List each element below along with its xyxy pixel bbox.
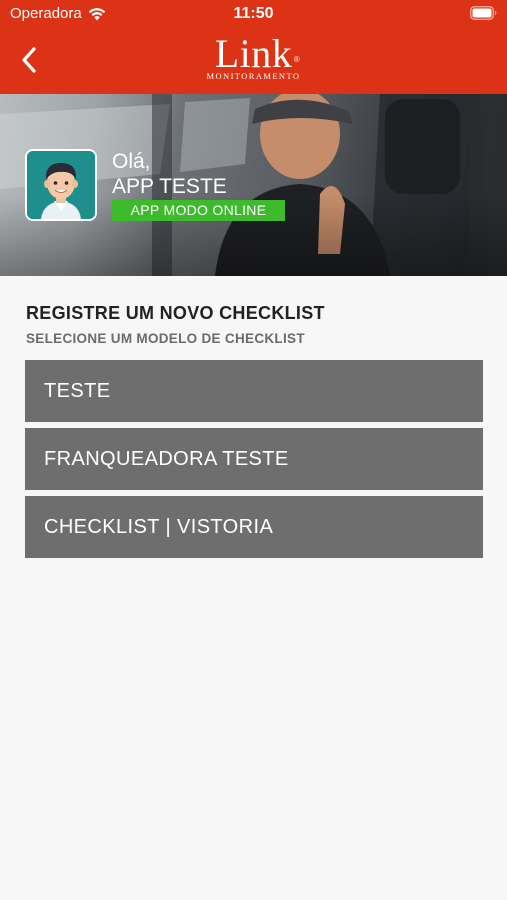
status-bar: Operadora 11:50 (0, 0, 507, 30)
profile-banner: Olá, APP TESTE APP MODO ONLINE (0, 94, 507, 276)
status-time: 11:50 (233, 5, 274, 22)
section-subtitle: SELECIONE UM MODELO DE CHECKLIST (26, 331, 305, 346)
online-mode-badge: APP MODO ONLINE (112, 200, 285, 221)
user-name: APP TESTE (112, 175, 227, 198)
checklist-model-item[interactable]: FRANQUEADORA TESTE (25, 428, 483, 490)
logo-wordmark: Link ® (215, 34, 300, 74)
checklist-model-item[interactable]: TESTE (25, 360, 483, 422)
registered-mark: ® (293, 55, 301, 64)
checklist-model-item[interactable]: CHECKLIST | VISTORIA (25, 496, 483, 558)
user-avatar-icon (27, 151, 95, 219)
checklist-screen: Operadora 11:50 Link ® MONITORAMENTO Olá… (0, 0, 507, 900)
brand-logo: Link ® MONITORAMENTO (0, 34, 507, 82)
section-title: REGISTRE UM NOVO CHECKLIST (26, 303, 325, 323)
greeting-text: Olá, (112, 150, 151, 173)
avatar (25, 149, 97, 221)
battery-icon (470, 6, 497, 20)
header-bar: Operadora 11:50 Link ® MONITORAMENTO (0, 0, 507, 94)
checklist-model-list: TESTE FRANQUEADORA TESTE CHECKLIST | VIS… (25, 360, 483, 564)
